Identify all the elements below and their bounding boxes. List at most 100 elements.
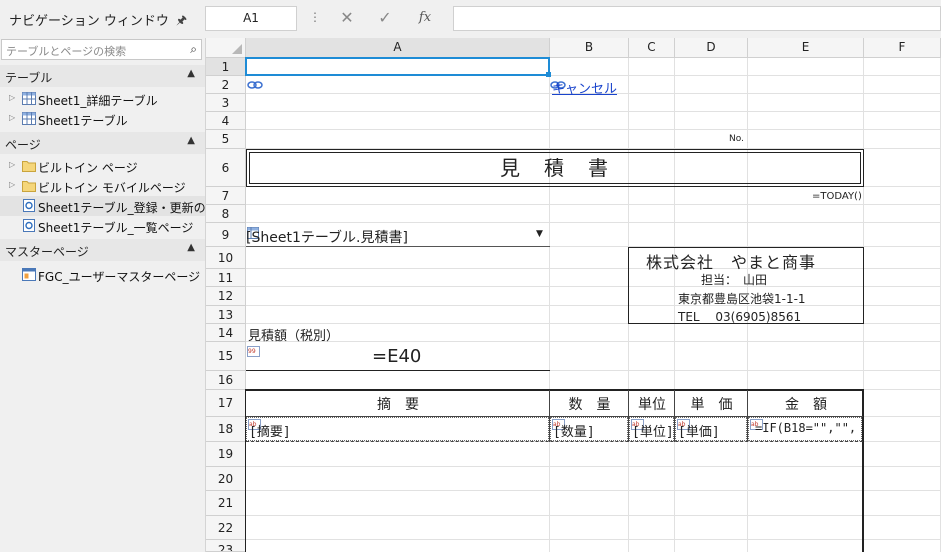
formula-input[interactable] bbox=[453, 6, 941, 31]
unit-field[interactable]: ab [単位] bbox=[629, 417, 674, 441]
nav-item-label: ビルトイン ページ bbox=[38, 161, 138, 175]
row-header[interactable]: 3 bbox=[206, 94, 246, 112]
row-header[interactable]: 5 bbox=[206, 130, 246, 149]
collapse-icon[interactable]: ▲ bbox=[187, 68, 195, 79]
row-header[interactable]: 2 bbox=[206, 76, 246, 94]
description-field[interactable]: ab [摘要] bbox=[246, 417, 549, 441]
row-header[interactable]: 18 bbox=[206, 417, 246, 442]
gridline bbox=[246, 204, 941, 205]
nav-item-user-master-page[interactable]: FGC_ユーザーマスターページ bbox=[0, 265, 205, 285]
master-page-icon bbox=[22, 268, 36, 281]
row-header[interactable]: 21 bbox=[206, 491, 246, 516]
quote-combobox[interactable]: [Sheet1テーブル.見積書] ▼ bbox=[246, 225, 550, 247]
row-header[interactable]: 6 bbox=[206, 149, 246, 187]
document-title: 見 積 書 bbox=[249, 152, 861, 184]
section-header-master[interactable]: マスターページ ▲ bbox=[0, 239, 205, 261]
row-header[interactable]: 15 bbox=[206, 342, 246, 371]
column-header-b[interactable]: B bbox=[550, 38, 629, 58]
row-header[interactable]: 12 bbox=[206, 287, 246, 306]
row-header[interactable]: 23 bbox=[206, 540, 246, 552]
section-label-tables: テーブル bbox=[5, 71, 53, 85]
row-header[interactable]: 9 bbox=[206, 223, 246, 247]
dropdown-arrow-icon[interactable]: ▼ bbox=[536, 229, 543, 239]
expand-icon[interactable]: ▷ bbox=[9, 93, 15, 102]
search-placeholder: テーブルとページの検索 bbox=[6, 45, 127, 58]
nav-item-register-page[interactable]: Sheet1テーブル_登録・更新の共 bbox=[0, 196, 205, 216]
unit-price-field[interactable]: ab [単価] bbox=[675, 417, 747, 441]
date-formula: =TODAY() bbox=[812, 191, 862, 202]
amount-underline bbox=[246, 370, 550, 371]
nav-item-label: Sheet1テーブル_登録・更新の共 bbox=[38, 201, 205, 215]
nav-item-builtin-page[interactable]: ▷ ビルトイン ページ bbox=[0, 156, 205, 176]
section-header-pages[interactable]: ページ ▲ bbox=[0, 132, 205, 154]
more-icon[interactable]: ⋮ bbox=[309, 10, 321, 24]
row-header[interactable]: 17 bbox=[206, 390, 246, 417]
unit-field-value: [単位] bbox=[632, 425, 674, 440]
expand-icon[interactable]: ▷ bbox=[9, 160, 15, 169]
cancel-link[interactable]: キャンセル bbox=[552, 78, 617, 97]
function-icon[interactable]: fx bbox=[407, 6, 443, 31]
amount-field[interactable]: ab =IF(B18="","", bbox=[748, 417, 862, 441]
row-header[interactable]: 14 bbox=[206, 324, 246, 342]
company-tel: TEL 03(6905)8561 bbox=[678, 310, 802, 324]
row-header[interactable]: 13 bbox=[206, 306, 246, 324]
name-box[interactable]: A1 bbox=[205, 6, 297, 31]
row-header[interactable]: 7 bbox=[206, 187, 246, 205]
row-header[interactable]: 4 bbox=[206, 112, 246, 130]
nav-item-label: FGC_ユーザーマスターページ bbox=[38, 270, 201, 284]
row-header[interactable]: 20 bbox=[206, 467, 246, 491]
expand-icon[interactable]: ▷ bbox=[9, 113, 15, 122]
column-header-a[interactable]: A bbox=[246, 38, 550, 58]
row-header[interactable]: 11 bbox=[206, 269, 246, 287]
pin-icon[interactable]: 🖈 bbox=[176, 11, 187, 32]
table-icon bbox=[22, 112, 36, 125]
no-label: No. bbox=[729, 134, 744, 144]
combobox-value: [Sheet1テーブル.見積書] bbox=[246, 230, 408, 246]
row-header[interactable]: 8 bbox=[206, 205, 246, 223]
nav-item-builtin-mobile-page[interactable]: ▷ ビルトイン モバイルページ bbox=[0, 176, 205, 196]
select-all-corner[interactable] bbox=[206, 38, 246, 58]
fill-handle[interactable] bbox=[546, 72, 551, 77]
estimate-amount-label: 見積額（税別） bbox=[248, 329, 340, 344]
table-icon bbox=[22, 92, 36, 105]
gridline bbox=[246, 222, 941, 223]
row-header[interactable]: 22 bbox=[206, 516, 246, 540]
column-header-e[interactable]: E bbox=[748, 38, 864, 58]
formula-cell-icon: 99 bbox=[247, 346, 260, 357]
gridline bbox=[246, 129, 941, 130]
nav-item-table-detail[interactable]: ▷ Sheet1_詳細テーブル bbox=[0, 89, 205, 109]
active-cell-a1[interactable] bbox=[245, 57, 550, 76]
column-header-c[interactable]: C bbox=[629, 38, 675, 58]
row-header[interactable]: 1 bbox=[206, 58, 246, 76]
confirm-edit-icon[interactable]: ✓ bbox=[367, 6, 403, 31]
corner-triangle-icon bbox=[232, 44, 242, 54]
table-row-line bbox=[246, 441, 863, 442]
collapse-icon[interactable]: ▲ bbox=[187, 242, 195, 253]
row-header[interactable]: 16 bbox=[206, 371, 246, 390]
unit-price-field-value: [単価] bbox=[678, 425, 720, 440]
row-header[interactable]: 10 bbox=[206, 247, 246, 269]
column-header-f[interactable]: F bbox=[864, 38, 941, 58]
nav-item-table-main[interactable]: ▷ Sheet1テーブル bbox=[0, 109, 205, 129]
description-field-value: [摘要] bbox=[249, 425, 291, 440]
nav-search-input[interactable]: テーブルとページの検索 ⌕ bbox=[1, 39, 202, 60]
quantity-field[interactable]: ab [数量] bbox=[550, 417, 628, 441]
cancel-edit-icon[interactable]: ✕ bbox=[329, 6, 365, 31]
search-icon[interactable]: ⌕ bbox=[190, 42, 197, 57]
header-unit-price: 単 価 bbox=[690, 397, 733, 413]
row-header[interactable]: 19 bbox=[206, 442, 246, 467]
column-header-d[interactable]: D bbox=[675, 38, 748, 58]
section-label-master: マスターページ bbox=[5, 245, 89, 259]
header-unit: 単位 bbox=[638, 397, 666, 413]
nav-item-label: ビルトイン モバイルページ bbox=[38, 181, 186, 195]
collapse-icon[interactable]: ▲ bbox=[187, 135, 195, 146]
section-header-tables[interactable]: テーブル ▲ bbox=[0, 65, 205, 87]
formula-bar: A1 ⋮ ✕ ✓ fx bbox=[205, 0, 941, 38]
expand-icon[interactable]: ▷ bbox=[9, 180, 15, 189]
page-icon bbox=[23, 199, 35, 212]
header-amount: 金 額 bbox=[785, 397, 827, 413]
header-quantity: 数 量 bbox=[568, 397, 611, 413]
nav-item-list-page[interactable]: Sheet1テーブル_一覧ページ bbox=[0, 216, 205, 236]
nav-item-label: Sheet1_詳細テーブル bbox=[38, 94, 158, 108]
page-icon bbox=[23, 219, 35, 232]
